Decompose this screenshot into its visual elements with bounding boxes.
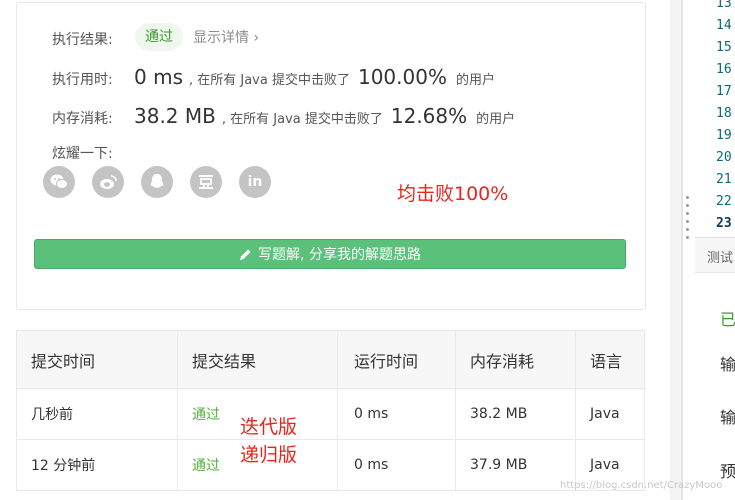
line-number: 17 [716,84,732,99]
runtime-suffix: 的用户 [455,73,495,88]
runtime-label: 执行用时: [52,72,113,88]
watermark: https://blog.csdn.net/CrazyMooo [560,480,723,491]
annotation-recursive: 递归版 [240,444,298,466]
header-submit-time: 提交时间 [17,331,177,388]
header-submit-result: 提交结果 [177,331,337,388]
annotation-beat-all: 均击败100% [397,183,509,205]
memory-label: 内存消耗: [52,111,113,127]
page-scrollbar[interactable] [670,0,681,500]
status-row: 执行结果: [52,29,134,49]
weibo-icon[interactable] [92,166,124,198]
table-row: 几秒前 通过 0 ms 38.2 MB Java [17,388,644,439]
table-row: 12 分钟前 通过 0 ms 37.9 MB Java [17,439,644,490]
resize-handle[interactable] [686,196,689,244]
row-language: Java [575,389,644,439]
console-line: 输 [720,355,735,374]
wechat-icon[interactable] [43,166,75,198]
row-runtime: 0 ms [337,440,455,490]
line-number: 16 [716,62,732,77]
pencil-icon [240,249,251,260]
share-label: 炫耀一下: [52,146,113,162]
row-time: 几秒前 [31,407,73,423]
line-number: 21 [716,172,732,187]
row-memory: 38.2 MB [455,389,575,439]
line-number: 22 [716,194,732,209]
runtime-row: 执行用时: 0 ms , 在所有 Java 提交中击败了 100.00% 的用户 [52,65,495,89]
status-badge: 通过 [135,23,183,51]
row-runtime: 0 ms [337,389,455,439]
write-solution-button[interactable]: 写题解, 分享我的解题思路 [34,239,626,269]
write-solution-label: 写题解, 分享我的解题思路 [258,247,421,263]
status-label: 执行结果: [52,32,113,48]
line-number: 13 [716,0,732,11]
show-details-link[interactable]: 显示详情 › [193,27,259,47]
line-number: 23 [716,216,732,231]
header-language: 语言 [575,331,644,388]
qq-icon[interactable] [141,166,173,198]
memory-percent: 12.68% [390,104,468,128]
annotation-iterative: 迭代版 [240,416,298,438]
linkedin-icon[interactable]: in [239,166,271,198]
result-card: 执行结果: 通过 显示详情 › 执行用时: 0 ms , 在所有 Java 提交… [16,2,646,310]
memory-value: 38.2 MB [134,104,216,128]
submissions-table: 提交时间 提交结果 运行时间 内存消耗 语言 几秒前 通过 0 ms 38.2 … [16,330,645,491]
runtime-percent: 100.00% [357,65,447,89]
memory-row: 内存消耗: 38.2 MB , 在所有 Java 提交中击败了 12.68% 的… [52,104,515,128]
header-runtime: 运行时间 [337,331,455,388]
console-line: 输 [720,408,735,427]
tab-console[interactable]: 测试 [695,237,735,273]
line-number: 19 [716,128,732,143]
line-number: 20 [716,150,732,165]
line-number: 15 [716,40,732,55]
runtime-text: , 在所有 Java 提交中击败了 [188,73,350,88]
row-memory: 37.9 MB [455,440,575,490]
memory-text: , 在所有 Java 提交中击败了 [221,112,383,127]
tab-console-label: 测试 [707,251,734,266]
line-number: 14 [716,18,732,33]
console-line: 已 [720,310,735,329]
runtime-value: 0 ms [134,65,183,89]
line-number: 18 [716,106,732,121]
douban-icon[interactable] [190,166,222,198]
row-time: 12 分钟前 [31,458,96,474]
console-line: 预 [720,462,735,481]
header-memory: 内存消耗 [455,331,575,388]
editor-gutter: 13 14 15 16 17 18 19 20 21 22 23 [683,0,735,237]
table-header: 提交时间 提交结果 运行时间 内存消耗 语言 [17,331,644,388]
memory-suffix: 的用户 [476,112,516,127]
